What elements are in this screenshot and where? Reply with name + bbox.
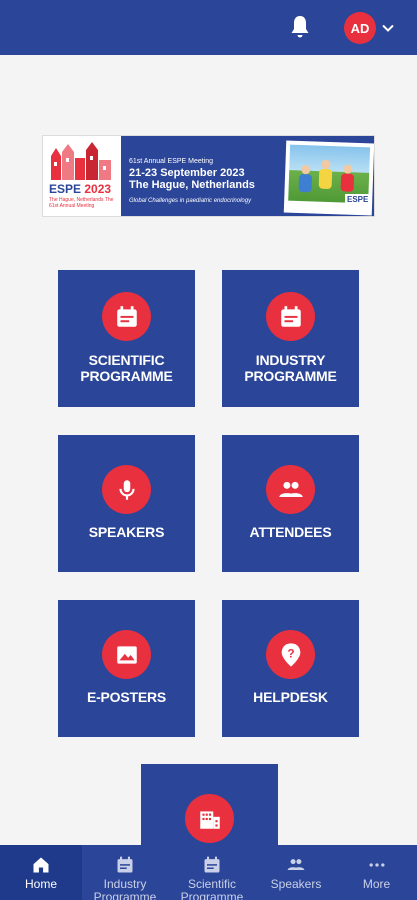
svg-text:?: ?	[287, 647, 294, 660]
microphone-icon	[118, 479, 135, 500]
building-icon-badge	[185, 794, 234, 843]
banner-meeting-name: 61st Annual ESPE Meeting	[129, 158, 214, 165]
calendar-icon	[204, 856, 220, 873]
calendar-icon	[117, 856, 133, 873]
help-icon-badge: ?	[266, 630, 315, 679]
tile-speakers[interactable]: SPEAKERS	[58, 435, 195, 572]
tile-label: INDUSTRY PROGRAMME	[244, 352, 337, 384]
chevron-down-icon[interactable]	[380, 20, 396, 36]
more-dots-icon	[369, 863, 384, 867]
bottom-tab-bar: Home Industry Programme Scientific Progr…	[0, 845, 417, 900]
espe-logo: ESPE 2023	[49, 182, 112, 196]
tile-scientific-programme[interactable]: SCIENTIFIC PROGRAMME	[58, 270, 195, 407]
avatar[interactable]: AD	[344, 12, 376, 44]
calendar-icon	[116, 305, 137, 327]
tab-home[interactable]: Home	[0, 845, 82, 900]
canal-houses-illustration	[51, 142, 111, 180]
tab-speakers[interactable]: Speakers	[256, 845, 336, 900]
image-icon	[116, 645, 137, 664]
espe-mark: ESPE	[345, 194, 371, 205]
tab-label: Home	[24, 877, 57, 891]
tile-label: SPEAKERS	[88, 524, 165, 540]
tab-scientific-programme[interactable]: Scientific Programme	[168, 845, 256, 900]
building-icon	[199, 810, 220, 829]
tile-helpdesk[interactable]: ? HELPDESK	[222, 600, 359, 737]
tile-label: HELPDESK	[253, 689, 328, 705]
tile-e-posters[interactable]: E-POSTERS	[58, 600, 195, 737]
tab-label: More	[362, 877, 391, 891]
tile-attendees[interactable]: ATTENDEES	[222, 435, 359, 572]
tile-label: E-POSTERS	[86, 689, 167, 705]
tile-label: ATTENDEES	[249, 524, 332, 540]
home-icon	[33, 857, 49, 873]
tile-exhibitors[interactable]	[141, 764, 278, 845]
banner-location: The Hague, Netherlands	[129, 179, 255, 191]
banner-tagline: Global Challenges in paediatric endocrin…	[129, 198, 252, 204]
help-icon: ?	[281, 642, 300, 667]
tab-label: Scientific Programme	[180, 877, 244, 900]
calendar-icon-badge	[102, 292, 151, 341]
microphone-icon-badge	[102, 465, 151, 514]
calendar-icon-badge	[266, 292, 315, 341]
event-banner[interactable]: ESPE 2023 The Hague, Netherlands The 61s…	[42, 135, 375, 217]
tab-label: Speakers	[270, 877, 322, 891]
people-icon-badge	[266, 465, 315, 514]
tab-label: Industry Programme	[93, 877, 157, 900]
tab-industry-programme[interactable]: Industry Programme	[82, 845, 168, 900]
bell-icon[interactable]	[288, 14, 312, 40]
logo-subtitle: The Hague, Netherlands The 61st Annual M…	[49, 197, 114, 209]
banner-logo-panel: ESPE 2023 The Hague, Netherlands The 61s…	[43, 136, 121, 216]
calendar-icon	[280, 305, 301, 327]
tile-label: SCIENTIFIC PROGRAMME	[80, 352, 173, 384]
people-icon	[278, 481, 303, 497]
banner-dates: 21-23 September 2023	[129, 167, 245, 179]
image-icon-badge	[102, 630, 151, 679]
top-app-bar: AD	[0, 0, 417, 55]
tile-industry-programme[interactable]: INDUSTRY PROGRAMME	[222, 270, 359, 407]
people-icon	[287, 859, 305, 870]
tab-more[interactable]: More	[336, 845, 417, 900]
